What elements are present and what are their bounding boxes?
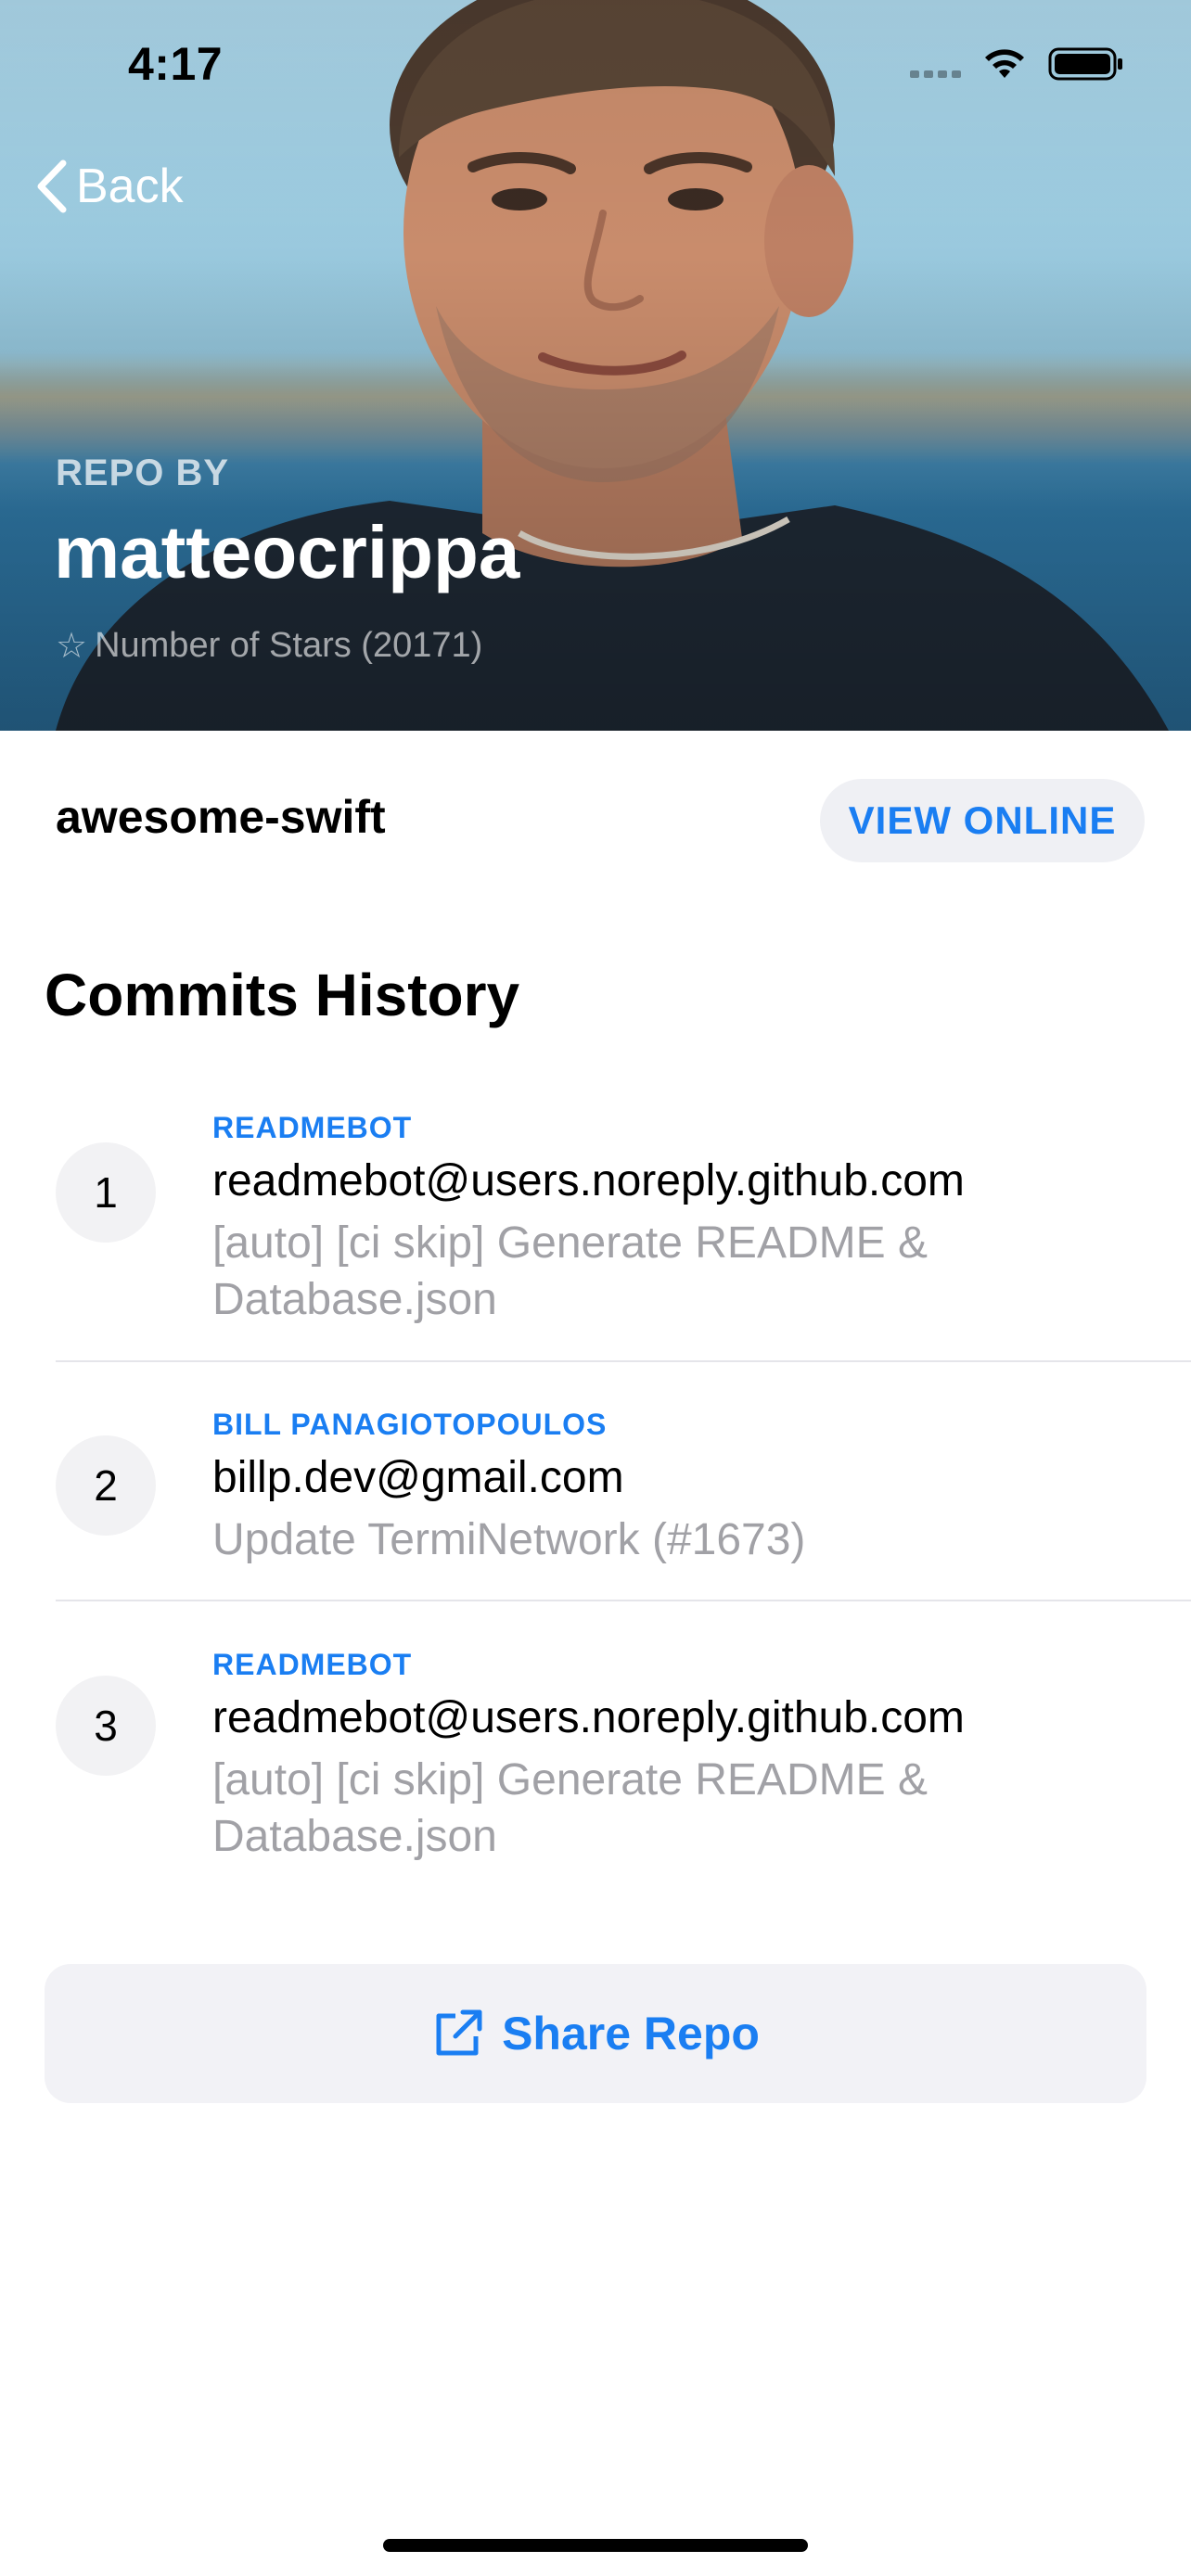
battery-icon [1048,47,1122,81]
status-time: 4:17 [128,38,224,90]
star-outline-icon: ☆ [56,627,88,666]
commit-message: [auto] [ci skip] Generate README & Datab… [212,1218,928,1324]
status-bar: 4:17 [0,0,1191,130]
commit-message: Update TermiNetwork (#1673) [212,1515,806,1564]
status-icons [910,46,1124,82]
share-repo-button[interactable]: Share Repo [45,1964,1146,2103]
commit-email: billp.dev@gmail.com [212,1453,624,1502]
stars-count: ☆ Number of Stars (20171) [56,625,482,667]
commit-index-badge: 2 [56,1435,156,1536]
back-button[interactable]: Back [33,158,184,215]
repo-name: awesome-swift [56,791,386,843]
cellular-signal-icon [910,50,961,78]
commit-index-badge: 1 [56,1142,156,1243]
wifi-icon [985,49,1024,78]
share-external-icon [436,2009,482,2056]
back-label: Back [76,159,184,213]
commit-email: readmebot@users.noreply.github.com [212,1156,965,1205]
commits-history-title: Commits History [45,962,520,1028]
divider [56,1600,1191,1601]
share-repo-label: Share Repo [502,2008,760,2060]
home-indicator[interactable] [383,2539,808,2552]
repo-by-label: REPO BY [56,453,230,493]
stars-text: Number of Stars (20171) [95,626,483,665]
chevron-left-icon [37,159,67,213]
profile-header: 4:17 Back REPO BY matteocrippa ☆ Number … [0,0,1191,731]
commit-author: READMEBOT [212,1648,413,1681]
commit-message: [auto] [ci skip] Generate README & Datab… [212,1755,928,1861]
view-online-button[interactable]: VIEW ONLINE [820,779,1145,862]
commit-index-badge: 3 [56,1676,156,1776]
owner-name: matteocrippa [54,511,520,593]
commit-row[interactable]: 3 READMEBOT readmebot@users.noreply.gith… [0,1640,1191,1900]
commit-row[interactable]: 1 READMEBOT readmebot@users.noreply.gith… [0,1103,1191,1363]
divider [56,1360,1191,1362]
commit-row[interactable]: 2 BILL PANAGIOTOPOULOS billp.dev@gmail.c… [0,1400,1191,1586]
commit-author: BILL PANAGIOTOPOULOS [212,1408,608,1441]
commit-email: readmebot@users.noreply.github.com [212,1693,965,1742]
commit-author: READMEBOT [212,1111,413,1144]
